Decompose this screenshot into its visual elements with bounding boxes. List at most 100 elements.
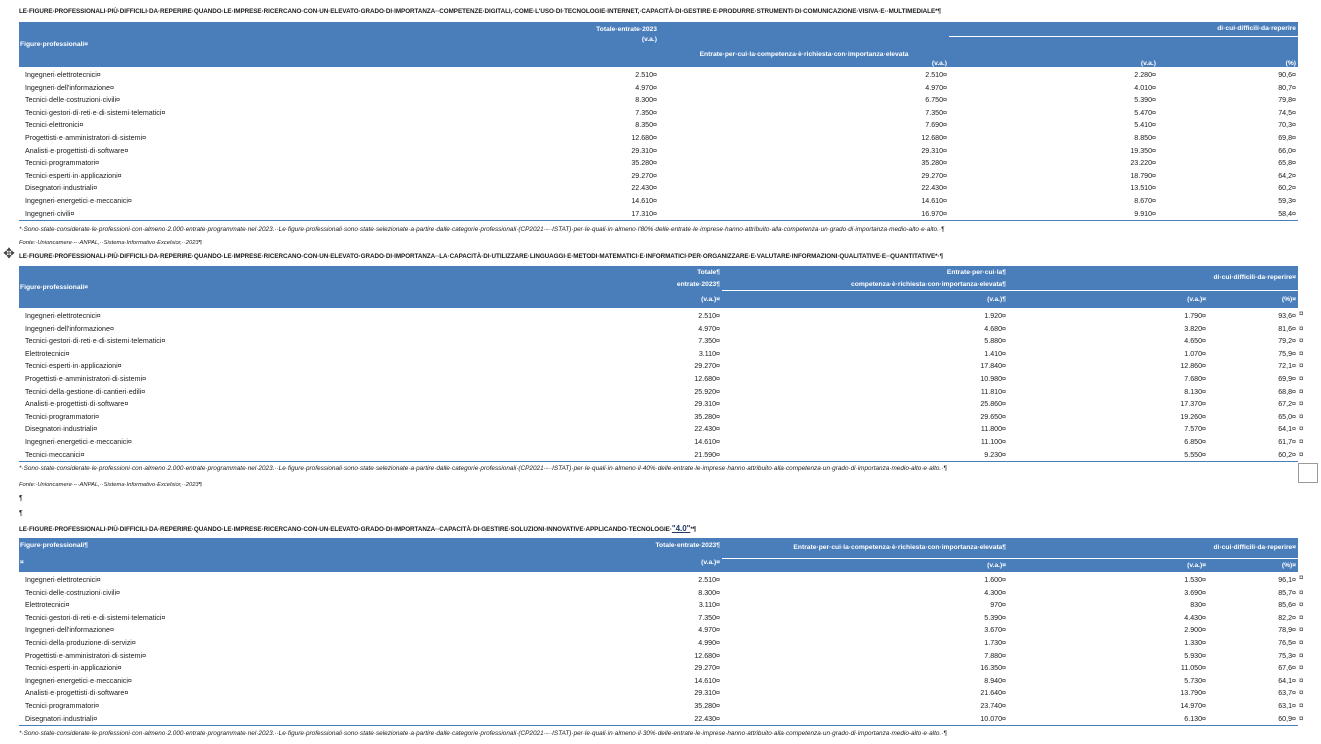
- table-row: Tecnici·delle·costruzioni·civili¤ 8.300¤ 4…: [19, 587, 1303, 600]
- difficult-pct-cell: 69,9¤: [1278, 374, 1296, 383]
- table-3-header-total: Totale·entrate·2023¶: [259, 538, 722, 553]
- profession-cell: Tecnici·esperti·in·applicazioni¤: [25, 171, 122, 180]
- total-cell: 14.610¤: [694, 676, 720, 685]
- difficult-va-cell: 5.410¤: [1134, 121, 1156, 130]
- table-row: Tecnici·gestori·di·reti·e·di·sistemi·tel…: [19, 612, 1303, 625]
- required-cell: 11.100¤: [980, 437, 1006, 446]
- difficult-pct-cell: 81,6¤: [1278, 324, 1296, 333]
- difficult-pct-cell: 79,8¤: [1278, 96, 1296, 105]
- end-of-row-mark-glyph: ¤: [1299, 309, 1304, 318]
- difficult-va-cell: 1.330¤: [1184, 638, 1206, 647]
- total-cell: 17.310¤: [631, 209, 657, 218]
- end-of-row-mark-glyph: ¤: [1299, 637, 1304, 647]
- table-row: Tecnici·programmatori¤ 35.280¤ 29.650¤ 19.2…: [19, 411, 1303, 424]
- total-cell: 4.970¤: [698, 626, 720, 635]
- profession-cell: Tecnici·elettronici¤: [25, 121, 84, 130]
- total-cell: 35.280¤: [631, 159, 657, 168]
- table-3-body: Ingegneri·elettrotecnici¤ 2.510¤ 1.600¤ 1.5…: [19, 572, 1303, 726]
- total-cell: 29.310¤: [631, 146, 657, 155]
- difficult-va-cell: 5.550¤: [1184, 450, 1206, 459]
- difficult-pct-cell: 64,1¤: [1278, 676, 1296, 685]
- difficult-pct-cell: 58,4¤: [1278, 209, 1296, 218]
- table-row: Tecnici·elettronici¤ 8.350¤ 7.690¤ 5.410¤ 70…: [19, 119, 1298, 132]
- difficult-va-cell: 4.430¤: [1184, 613, 1206, 622]
- difficult-va-cell: 3.690¤: [1184, 588, 1206, 597]
- difficult-va-cell: 5.930¤: [1184, 651, 1206, 660]
- profession-cell: Ingegneri·energetici·e·meccanici¤: [25, 196, 132, 205]
- difficult-va-cell: 1.530¤: [1184, 576, 1206, 584]
- total-cell: 29.270¤: [694, 664, 720, 673]
- end-of-row-mark-glyph: ¤: [1299, 424, 1304, 434]
- table-1-title: LE·FIGURE·PROFESSIONALI·PIÙ·DIFFICILI·DA…: [19, 8, 941, 15]
- difficult-pct-cell: 60,2¤: [1278, 450, 1296, 459]
- table-row: Ingegneri·dell'informazione¤ 4.970¤ 4.970¤…: [19, 82, 1298, 95]
- table-move-handle-icon[interactable]: ✥: [2, 246, 16, 260]
- table-2-header-required-sub: competenza·è·richiesta·con·importanza·el…: [722, 279, 1008, 291]
- difficult-pct-cell: 68,8¤: [1278, 387, 1296, 396]
- table-3-title-end: *¶: [690, 526, 697, 533]
- profession-cell: Ingegneri·dell'informazione¤: [25, 626, 114, 635]
- table-resize-handle[interactable]: [1298, 463, 1318, 483]
- total-cell: 29.310¤: [694, 400, 720, 409]
- difficult-va-cell: 2.280¤: [1134, 71, 1156, 79]
- table-row: Tecnici·meccanici¤ 21.590¤ 9.230¤ 5.550¤ 60,…: [19, 449, 1303, 462]
- difficult-va-cell: 7.680¤: [1184, 374, 1206, 383]
- required-cell: 21.640¤: [980, 689, 1006, 698]
- total-cell: 2.510¤: [635, 71, 657, 79]
- required-cell: 11.800¤: [980, 425, 1006, 434]
- required-cell: 6.750¤: [925, 96, 947, 105]
- required-cell: 25.860¤: [980, 400, 1006, 409]
- end-of-row-mark-glyph: ¤: [1299, 650, 1304, 660]
- difficult-pct-cell: 76,5¤: [1278, 638, 1296, 647]
- table-row: Progettisti·e·amministratori·di·sistemi¤…: [19, 650, 1303, 663]
- difficult-va-cell: 1.790¤: [1184, 312, 1206, 320]
- empty-paragraph-mark: ¶: [19, 510, 23, 517]
- table-2-header-total-sub: entrate·2023¶: [259, 279, 722, 290]
- table-row: Progettisti·e·amministratori·di·sistemi¤…: [19, 373, 1303, 386]
- total-cell: 2.510¤: [698, 576, 720, 584]
- table-1-source: Fonte:·Unioncamere·-··ANPAL,··Sistema·In…: [19, 240, 202, 246]
- table-row: Elettrotecnici¤ 3.110¤ 970¤ 830¤ 85,6¤ ¤: [19, 599, 1303, 612]
- end-of-row-mark-glyph: ¤: [1299, 361, 1304, 371]
- total-cell: 3.110¤: [698, 601, 720, 610]
- profession-cell: Tecnici·gestori·di·reti·e·di·sistemi·tel…: [25, 108, 166, 117]
- end-of-row-mark-glyph: ¤: [1299, 449, 1304, 459]
- table-3-header-figure: Figure·professionali¶: [19, 538, 259, 553]
- table-row: Tecnici·esperti·in·applicazioni¤ 29.270¤ 1…: [19, 360, 1303, 373]
- difficult-va-cell: 11.050¤: [1180, 664, 1206, 673]
- required-cell: 1.920¤: [984, 312, 1006, 320]
- required-cell: 14.610¤: [921, 196, 947, 205]
- profession-cell: Analisti·e·progettisti·di·software¤: [25, 400, 129, 409]
- total-cell: 8.350¤: [635, 121, 657, 130]
- profession-cell: Progettisti·e·amministratori·di·sistemi¤: [25, 651, 147, 660]
- table-row: Tecnici·delle·costruzioni·civili¤ 8.300¤ 6…: [19, 94, 1298, 107]
- table-2-header-figure: Figure·professionali¤: [19, 266, 259, 308]
- end-of-row-mark-glyph: ¤: [1299, 600, 1304, 610]
- table-1-header-difficult-va: (v.a.): [949, 36, 1158, 67]
- table-row: Tecnici·della·gestione·di·cantieri·edili…: [19, 386, 1303, 399]
- end-of-row-mark-glyph: ¤: [1299, 436, 1304, 446]
- table-row: Tecnici·esperti·in·applicazioni¤ 29.270¤ 2…: [19, 170, 1298, 183]
- difficult-va-cell: 1.070¤: [1184, 349, 1206, 358]
- profession-cell: Elettrotecnici¤: [25, 601, 70, 610]
- table-2: Figure·professionali¤ Totale¶ Entrate·pe…: [19, 266, 1303, 462]
- end-of-row-mark-glyph: ¤: [1299, 587, 1304, 597]
- table-1-header-figure: Figure·professionali¤: [19, 22, 259, 67]
- table-1-header-required: Entrate·per·cui·la·competenza·è·richiest…: [659, 22, 949, 67]
- difficult-pct-cell: 70,3¤: [1278, 121, 1296, 130]
- total-cell: 7.350¤: [698, 613, 720, 622]
- difficult-va-cell: 830¤: [1190, 601, 1206, 610]
- empty-paragraph-mark: ¶: [19, 495, 23, 502]
- end-of-row-mark-glyph: ¤: [1299, 713, 1304, 723]
- difficult-pct-cell: 78,9¤: [1278, 626, 1296, 635]
- profession-cell: Ingegneri·elettrotecnici¤: [25, 576, 101, 584]
- table-row: Tecnici·gestori·di·reti·e·di·sistemi·tel…: [19, 335, 1303, 348]
- table-row: Ingegneri·energetici·e·meccanici¤ 14.610¤…: [19, 436, 1303, 449]
- total-cell: 2.510¤: [698, 312, 720, 320]
- total-cell: 22.430¤: [694, 425, 720, 434]
- total-cell: 21.590¤: [694, 450, 720, 459]
- table-3-title: LE·FIGURE·PROFESSIONALI·PIÙ·DIFFICILI·DA…: [19, 524, 696, 533]
- required-cell: 5.390¤: [984, 613, 1006, 622]
- difficult-pct-cell: 96,1¤: [1278, 576, 1296, 584]
- table-3-title-emph: "4.0": [671, 524, 691, 533]
